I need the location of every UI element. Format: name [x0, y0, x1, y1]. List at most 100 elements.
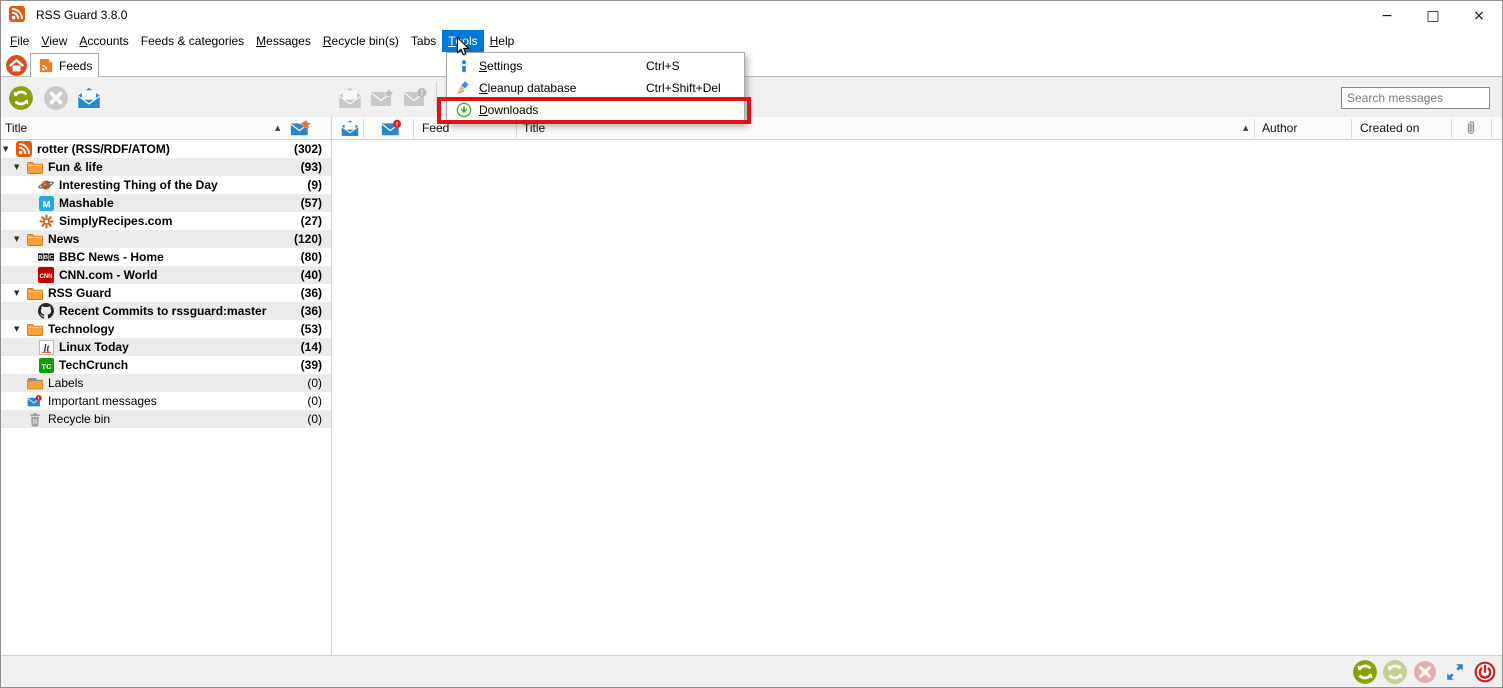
mark-message-starred-button: [369, 84, 396, 111]
feed-unread-count: (0): [307, 412, 322, 426]
mark-all-read-button[interactable]: [75, 84, 102, 111]
update-all-feeds-button[interactable]: [7, 84, 34, 111]
feed-list-item-cnn-com-world[interactable]: CNNCNN.com - World(40): [0, 266, 331, 284]
svg-text:B: B: [38, 255, 42, 261]
feed-label: News: [48, 232, 79, 246]
feed-label: Important messages: [48, 394, 157, 408]
tab-feeds[interactable]: Feeds: [30, 53, 99, 77]
menubar-item-tabs[interactable]: Tabs: [405, 30, 442, 52]
feed-label: BBC News - Home: [59, 250, 164, 264]
expander-icon[interactable]: ▼: [14, 325, 19, 333]
search-input[interactable]: [1341, 87, 1490, 109]
feed-list-item-important-messages[interactable]: !Important messages(0): [0, 392, 331, 410]
feed-list-item-techcrunch[interactable]: TCTechCrunch(39): [0, 356, 331, 374]
header-separator: [1491, 119, 1492, 138]
svg-text:B: B: [44, 255, 48, 261]
feed-label: Interesting Thing of the Day: [59, 178, 218, 192]
maximize-button[interactable]: □: [1410, 1, 1456, 30]
status-fullscreen-toggle-button[interactable]: [1443, 660, 1467, 684]
menubar-item-file[interactable]: File: [4, 30, 35, 52]
feed-counts-column-header[interactable]: [290, 117, 312, 139]
feed-list-item-linux-today[interactable]: lt Linux Today (14): [0, 338, 331, 356]
annotation-highlight: [437, 97, 751, 124]
feed-list-item-labels[interactable]: Labels(0): [0, 374, 331, 392]
app-rss-icon: [9, 6, 27, 24]
feed-unread-count: (14): [301, 340, 322, 354]
svg-text:CNN: CNN: [40, 274, 53, 280]
cleanup-icon: [456, 80, 472, 96]
menu-item-settings[interactable]: SettingsCtrl+S: [447, 55, 744, 77]
feed-list-item-technology[interactable]: ▼Technology(53): [0, 320, 331, 338]
feed-unread-count: (57): [301, 196, 322, 210]
feed-list-item-mashable[interactable]: MMashable(57): [0, 194, 331, 212]
planet-icon: [38, 177, 54, 193]
menubar-item-tools[interactable]: Tools: [442, 30, 483, 52]
msg-sort-asc-icon: ▲: [1243, 117, 1248, 139]
feed-unread-count: (120): [294, 232, 322, 246]
folder-icon: [27, 321, 43, 337]
feed-list-item-fun-life[interactable]: ▼Fun & life(93): [0, 158, 331, 176]
feed-list-item-news[interactable]: ▼ News (120): [0, 230, 331, 248]
linuxtoday-icon: lt: [38, 339, 54, 355]
feed-label: RSS Guard: [48, 286, 111, 300]
feed-list: ▼rotter (RSS/RDF/ATOM)(302)▼Fun & life(9…: [0, 140, 331, 428]
feed-title-column-header[interactable]: Title: [5, 117, 27, 139]
github-icon: [38, 303, 54, 319]
menubar-item-feeds-categories[interactable]: Feeds & categories: [135, 30, 250, 52]
feed-label: TechCrunch: [59, 358, 128, 372]
message-list-empty-area: [332, 140, 1503, 655]
header-separator: [363, 119, 364, 138]
bbc-icon: BBC: [38, 249, 54, 265]
feed-list-item-bbc-news-home[interactable]: BBCBBC News - Home(80): [0, 248, 331, 266]
expander-icon[interactable]: ▼: [3, 145, 8, 153]
svg-text:!: !: [396, 121, 398, 128]
expander-icon[interactable]: ▼: [14, 235, 19, 243]
mail-unread-blue-icon: !: [381, 119, 403, 138]
feed-list-item-rotter-rss-rdf-atom[interactable]: ▼rotter (RSS/RDF/ATOM)(302): [0, 140, 331, 158]
menu-item-cleanup-database[interactable]: Cleanup databaseCtrl+Shift+Del: [447, 77, 744, 99]
recyclebin-icon: [27, 411, 43, 427]
expander-icon[interactable]: ▼: [14, 289, 19, 297]
window-controls: − □ ×: [1364, 1, 1502, 30]
feed-unread-count: (27): [301, 214, 322, 228]
msg-read-column-header[interactable]: [340, 117, 360, 139]
feed-label: Recycle bin: [48, 412, 110, 426]
tabbar: Feeds: [0, 52, 1503, 77]
panel-separator[interactable]: [331, 117, 332, 655]
feed-list-item-recent-commits-to-rssguard-master[interactable]: Recent Commits to rssguard:master(36): [0, 302, 331, 320]
msg-author-column-header[interactable]: Author: [1262, 117, 1297, 139]
feed-label: Linux Today: [59, 340, 129, 354]
close-button[interactable]: ×: [1456, 1, 1502, 30]
feed-sort-asc-icon: ▲: [275, 117, 280, 139]
cnn-icon: CNN: [38, 267, 54, 283]
menubar-item-messages[interactable]: Messages: [250, 30, 317, 52]
feed-list-item-rss-guard[interactable]: ▼ RSS Guard (36): [0, 284, 331, 302]
feed-unread-count: (93): [301, 160, 322, 174]
menubar-item-view[interactable]: View: [35, 30, 73, 52]
feed-list-item-recycle-bin[interactable]: Recycle bin (0): [0, 410, 331, 428]
msg-importance-column-header[interactable]: !: [381, 117, 403, 139]
techcrunch-icon: TC: [38, 357, 54, 373]
expander-icon[interactable]: ▼: [14, 163, 19, 171]
svg-text:!: !: [420, 88, 423, 97]
status-update-feeds-button[interactable]: [1353, 660, 1377, 684]
msg-attachment-column-header[interactable]: [1464, 117, 1478, 139]
svg-text:TC: TC: [41, 361, 52, 370]
menubar-item-help[interactable]: Help: [484, 30, 521, 52]
menubar-item-recycle-bin-s[interactable]: Recycle bin(s): [317, 30, 405, 52]
feed-unread-count: (302): [294, 142, 322, 156]
feed-unread-count: (9): [307, 178, 322, 192]
feed-unread-count: (53): [301, 322, 322, 336]
menubar-item-accounts[interactable]: Accounts: [73, 30, 134, 52]
home-tab[interactable]: [4, 54, 28, 76]
minimize-button[interactable]: −: [1364, 1, 1410, 30]
feed-list-item-interesting-thing-of-the-day[interactable]: Interesting Thing of the Day (9): [0, 176, 331, 194]
status-quit-power-button[interactable]: [1473, 660, 1497, 684]
feed-list-item-simplyrecipes-com[interactable]: SimplyRecipes.com(27): [0, 212, 331, 230]
header-separator: [413, 119, 414, 138]
header-separator: [1451, 119, 1452, 138]
main-area: ▼rotter (RSS/RDF/ATOM)(302)▼Fun & life(9…: [0, 140, 1503, 655]
feed-unread-count: (36): [301, 286, 322, 300]
msg-created-column-header[interactable]: Created on: [1360, 117, 1419, 139]
stop-icon: [43, 85, 69, 111]
